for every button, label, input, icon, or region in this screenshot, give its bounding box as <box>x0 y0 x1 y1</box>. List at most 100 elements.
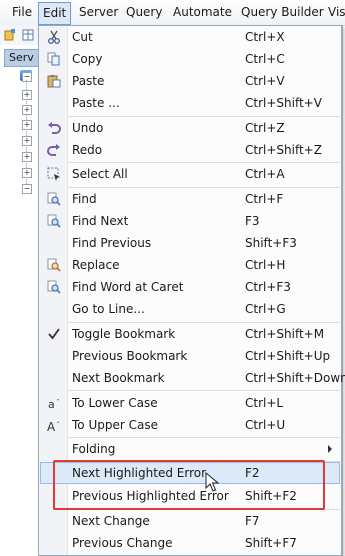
tree-expand-icon[interactable]: + <box>22 105 32 115</box>
menu-item-find-word-at-caret[interactable]: Find Word at Caret Ctrl+F3 <box>40 276 340 298</box>
menu-item-find-previous[interactable]: Find Previous Shift+F3 <box>40 232 340 254</box>
menu-item-shortcut: Ctrl+F3 <box>245 280 291 294</box>
menu-item-label: Folding <box>72 442 116 456</box>
tree-expand-icon[interactable]: + <box>22 120 32 130</box>
menu-item-label: To Upper Case <box>72 418 158 432</box>
menu-item-label: Paste ... <box>72 96 120 110</box>
new-query-icon[interactable] <box>4 29 16 41</box>
menu-item-shortcut: Ctrl+U <box>245 418 286 432</box>
menu-item-find-next[interactable]: Find Next F3 <box>40 210 340 232</box>
menu-item-shortcut: Ctrl+X <box>245 30 285 44</box>
menu-separator <box>68 390 340 391</box>
menu-item-label: Undo <box>72 121 104 135</box>
menu-item-label: Toggle Bookmark <box>72 327 176 341</box>
replace-icon <box>47 258 61 272</box>
menu-item-shortcut: F7 <box>245 514 260 528</box>
menu-item-shortcut: Ctrl+Z <box>245 121 285 135</box>
menu-item-shortcut: Ctrl+G <box>245 302 286 316</box>
menu-item-label: Paste <box>72 74 105 88</box>
find-word-icon <box>47 280 61 294</box>
menu-item-label: Next Bookmark <box>72 371 165 385</box>
menu-item-paste[interactable]: Paste Ctrl+V <box>40 70 340 92</box>
menu-item-shortcut: Ctrl+Shift+M <box>245 327 325 341</box>
menu-item-shortcut: Ctrl+A <box>245 167 285 181</box>
menu-item-label: To Lower Case <box>72 396 158 410</box>
menu-item-replace[interactable]: Replace Ctrl+H <box>40 254 340 276</box>
toolbar <box>0 25 38 45</box>
tree-expand-icon[interactable]: + <box>22 136 32 146</box>
redo-icon <box>47 144 60 156</box>
menu-item-go-to-line[interactable]: Go to Line... Ctrl+G <box>40 298 340 320</box>
menu-item-next-change[interactable]: Next Change F7 <box>40 510 340 532</box>
menu-item-label: Go to Line... <box>72 302 145 316</box>
menu-automate[interactable]: Automate <box>171 4 234 21</box>
submenu-arrow-icon <box>328 445 332 453</box>
menu-item-label: Copy <box>72 52 103 66</box>
mouse-cursor-icon <box>205 472 219 492</box>
menu-item-shortcut: Ctrl+Shift+V <box>245 96 322 110</box>
menu-item-shortcut: Ctrl+L <box>245 396 284 410</box>
find-icon <box>47 192 61 206</box>
menu-item-label: Select All <box>72 167 128 181</box>
menu-item-shortcut: F2 <box>245 466 260 480</box>
menu-item-select-all[interactable]: Select All Ctrl+A <box>40 163 340 185</box>
menu-item-shortcut: Ctrl+C <box>245 52 285 66</box>
menu-item-next-bookmark[interactable]: Next Bookmark Ctrl+Shift+Down <box>40 367 345 389</box>
menu-item-to-upper-case[interactable]: A To Upper Case Ctrl+U <box>40 414 340 436</box>
tree-expand-icon[interactable]: + <box>22 90 32 100</box>
svg-text:a: a <box>48 398 55 410</box>
menu-item-copy[interactable]: Copy Ctrl+C <box>40 48 340 70</box>
menu-query[interactable]: Query <box>124 4 164 21</box>
menu-item-label: Find Next <box>72 214 129 228</box>
menu-item-toggle-bookmark[interactable]: Toggle Bookmark Ctrl+Shift+M <box>40 323 340 345</box>
menu-item-shortcut: Shift+F2 <box>245 489 297 503</box>
undo-icon <box>48 122 61 134</box>
menu-item-label: Find Word at Caret <box>72 280 184 294</box>
edit-menu: Cut Ctrl+X Copy Ctrl+C Paste Ctrl+V Past… <box>38 25 345 556</box>
menu-item-shortcut: Ctrl+H <box>245 258 286 272</box>
lowercase-icon: a <box>48 398 59 410</box>
paste-icon <box>47 75 61 88</box>
menu-item-to-lower-case[interactable]: a To Lower Case Ctrl+L <box>40 392 340 414</box>
menu-item-label: Find Previous <box>72 236 152 250</box>
menu-item-previous-highlighted-error[interactable]: Previous Highlighted Error Shift+F2 <box>40 485 340 507</box>
uppercase-icon: A <box>47 420 59 432</box>
menu-server[interactable]: Server <box>77 4 120 21</box>
menu-item-label: Redo <box>72 143 103 157</box>
menu-item-redo[interactable]: Redo Ctrl+Shift+Z <box>40 139 340 161</box>
tree-expand-icon[interactable]: + <box>22 152 32 162</box>
menu-file[interactable]: File <box>10 4 34 21</box>
menu-item-label: Cut <box>72 30 93 44</box>
svg-text:A: A <box>47 420 56 432</box>
menu-item-cut[interactable]: Cut Ctrl+X <box>40 26 340 48</box>
tree-collapse-icon[interactable]: − <box>22 72 32 82</box>
menu-item-find[interactable]: Find Ctrl+F <box>40 188 340 210</box>
menu-visual[interactable]: Visu <box>326 4 345 21</box>
select-all-icon <box>47 167 60 181</box>
checkmark-icon <box>48 328 60 340</box>
menu-item-folding[interactable]: Folding <box>40 438 340 460</box>
menu-item-label: Find <box>72 192 97 206</box>
menu-item-previous-change[interactable]: Previous Change Shift+F7 <box>40 532 340 554</box>
menu-item-shortcut: Ctrl+Shift+Up <box>245 349 331 363</box>
menu-edit[interactable]: Edit <box>38 2 72 25</box>
find-next-icon <box>47 214 61 228</box>
tree-expand-icon[interactable]: + <box>22 168 32 178</box>
menu-item-previous-bookmark[interactable]: Previous Bookmark Ctrl+Shift+Up <box>40 345 340 367</box>
menu-item-label: Previous Change <box>72 536 173 550</box>
tree-collapse-icon[interactable]: − <box>22 184 32 194</box>
menubar: File Edit Server Query Automate Query Bu… <box>0 0 345 26</box>
menu-query-builder[interactable]: Query Builder <box>239 4 326 21</box>
copy-icon <box>47 52 60 66</box>
menu-item-shortcut: Shift+F7 <box>245 536 297 550</box>
scissors-icon <box>48 30 60 44</box>
menu-item-paste-special[interactable]: Paste ... Ctrl+Shift+V <box>40 92 340 114</box>
menu-item-label: Replace <box>72 258 120 272</box>
menu-item-shortcut: Ctrl+V <box>245 74 285 88</box>
menu-item-undo[interactable]: Undo Ctrl+Z <box>40 117 340 139</box>
menu-item-shortcut: F3 <box>245 214 260 228</box>
menu-item-shortcut: Ctrl+Shift+Z <box>245 143 322 157</box>
menu-item-next-highlighted-error[interactable]: Next Highlighted Error F2 <box>40 462 340 484</box>
grid-icon[interactable] <box>22 29 34 41</box>
menu-item-shortcut: Shift+F3 <box>245 236 297 250</box>
